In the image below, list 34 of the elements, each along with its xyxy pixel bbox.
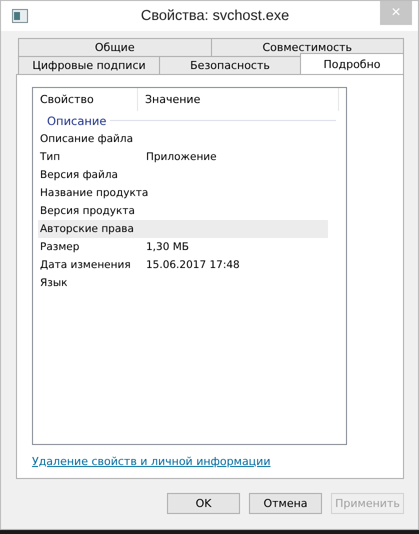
property-name: Тип — [39, 151, 62, 163]
dialog-button[interactable]: OK — [167, 493, 240, 514]
tab[interactable]: Безопасность — [159, 56, 301, 74]
tab[interactable]: Подробно — [300, 53, 404, 74]
tab[interactable]: Общие — [18, 38, 212, 56]
property-row[interactable]: Название продукта — [38, 184, 328, 202]
property-name: Авторские права — [39, 223, 135, 235]
tab[interactable]: Цифровые подписи — [18, 56, 160, 74]
property-row[interactable]: Версия файла — [38, 166, 328, 184]
property-name: Версия файла — [39, 169, 119, 181]
property-row[interactable]: Размер 1,30 МБ — [38, 238, 328, 256]
remove-properties-link[interactable]: Удаление свойств и личной информации — [32, 455, 270, 468]
property-value: 1,30 МБ — [145, 241, 189, 253]
property-row[interactable]: Тип Приложение — [38, 148, 328, 166]
column-header[interactable]: Значение — [138, 88, 339, 111]
column-header[interactable]: Свойство — [33, 88, 138, 111]
property-name: Описание файла — [39, 133, 134, 145]
property-value: Приложение — [145, 151, 217, 163]
dialog-button[interactable]: Отмена — [249, 493, 322, 514]
group-header: Описание — [47, 114, 106, 128]
property-name: Версия продукта — [39, 205, 136, 217]
property-name: Дата изменения — [39, 259, 132, 271]
property-row[interactable]: Описание файла — [38, 130, 328, 148]
property-name: Название продукта — [39, 187, 150, 199]
property-row[interactable]: Язык — [38, 274, 328, 292]
property-row[interactable]: Авторские права — [38, 220, 328, 238]
window-icon — [12, 9, 28, 23]
property-value: 15.06.2017 17:48 — [145, 259, 240, 271]
tab[interactable]: Совместимость — [210, 38, 404, 56]
property-row[interactable]: Версия продукта — [38, 202, 328, 220]
property-name: Размер — [39, 241, 80, 253]
property-row[interactable]: Дата изменения 15.06.2017 17:48 — [38, 256, 328, 274]
window-title: Свойства: svchost.exe — [140, 8, 290, 24]
property-name: Язык — [39, 277, 69, 289]
